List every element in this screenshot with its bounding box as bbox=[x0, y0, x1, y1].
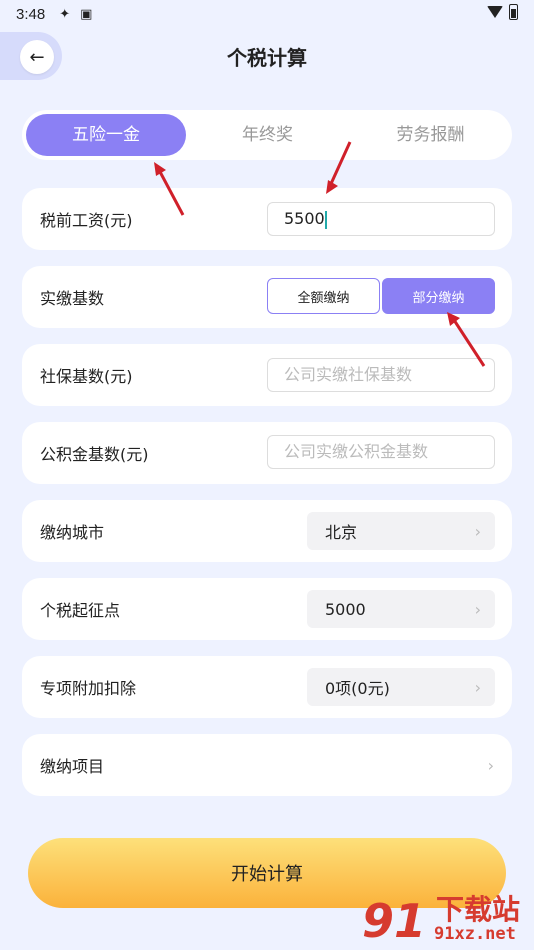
annotation-arrow bbox=[154, 162, 185, 216]
deduction-value: 0项(0元) bbox=[325, 679, 390, 698]
social-base-card: 社保基数(元) 公司实缴社保基数 bbox=[22, 344, 512, 406]
threshold-selector[interactable]: 5000 › bbox=[307, 590, 495, 628]
a-notification-icon: ▣ bbox=[80, 6, 93, 22]
city-label: 缴纳城市 bbox=[40, 523, 105, 542]
chevron-right-icon: › bbox=[487, 755, 494, 775]
chevron-right-icon: › bbox=[474, 599, 481, 619]
text-caret bbox=[324, 210, 327, 229]
base-label: 实缴基数 bbox=[40, 289, 105, 308]
social-base-label: 社保基数(元) bbox=[40, 367, 133, 386]
salary-value: 5500 bbox=[284, 209, 325, 228]
full-payment-option[interactable]: 全额缴纳 bbox=[267, 278, 380, 314]
threshold-value: 5000 bbox=[325, 599, 366, 619]
deduction-card[interactable]: 专项附加扣除 0项(0元) › bbox=[22, 656, 512, 718]
app-notification-icon: ✦ bbox=[59, 6, 71, 22]
city-selector[interactable]: 北京 › bbox=[307, 512, 495, 550]
salary-input[interactable]: 5500 bbox=[267, 202, 495, 236]
tab-labor-remuneration[interactable]: 劳务报酬 bbox=[349, 114, 512, 156]
deduction-selector[interactable]: 0项(0元) › bbox=[307, 668, 495, 706]
chevron-right-icon: › bbox=[474, 677, 481, 697]
deduction-label: 专项附加扣除 bbox=[40, 679, 137, 698]
fund-base-input[interactable]: 公司实缴公积金基数 bbox=[267, 435, 495, 469]
base-segmented-control: 全额缴纳 部分缴纳 bbox=[267, 278, 495, 314]
tab-insurance[interactable]: 五险一金 bbox=[26, 114, 186, 156]
fund-base-card: 公积金基数(元) 公司实缴公积金基数 bbox=[22, 422, 512, 484]
city-value: 北京 bbox=[325, 523, 358, 542]
watermark-text: 下载站 bbox=[436, 893, 521, 926]
status-bar: 3:48 ✦ ▣ bbox=[0, 0, 534, 28]
partial-payment-option[interactable]: 部分缴纳 bbox=[382, 278, 495, 314]
tab-bar: 五险一金 年终奖 劳务报酬 bbox=[22, 110, 512, 160]
chevron-right-icon: › bbox=[474, 521, 481, 541]
annotation-arrow bbox=[447, 312, 486, 367]
page-title: 个税计算 bbox=[227, 46, 307, 70]
fund-base-label: 公积金基数(元) bbox=[40, 445, 149, 464]
threshold-label: 个税起征点 bbox=[40, 601, 121, 620]
site-watermark: 91 下载站 91xz.net bbox=[362, 888, 532, 948]
salary-card: 税前工资(元) 5500 bbox=[22, 188, 512, 250]
wifi-icon bbox=[487, 6, 503, 18]
payment-items-card[interactable]: 缴纳项目 › bbox=[22, 734, 512, 796]
salary-label: 税前工资(元) bbox=[40, 211, 133, 230]
battery-icon bbox=[509, 4, 518, 20]
watermark-logo-icon: 91 bbox=[362, 894, 427, 948]
status-time: 3:48 bbox=[16, 5, 46, 23]
base-card: 实缴基数 全额缴纳 部分缴纳 bbox=[22, 266, 512, 328]
threshold-card[interactable]: 个税起征点 5000 › bbox=[22, 578, 512, 640]
watermark-url: 91xz.net bbox=[434, 924, 516, 944]
payment-items-label: 缴纳项目 bbox=[40, 757, 105, 776]
annotation-arrow bbox=[326, 141, 352, 194]
status-icons bbox=[487, 4, 518, 20]
city-card[interactable]: 缴纳城市 北京 › bbox=[22, 500, 512, 562]
